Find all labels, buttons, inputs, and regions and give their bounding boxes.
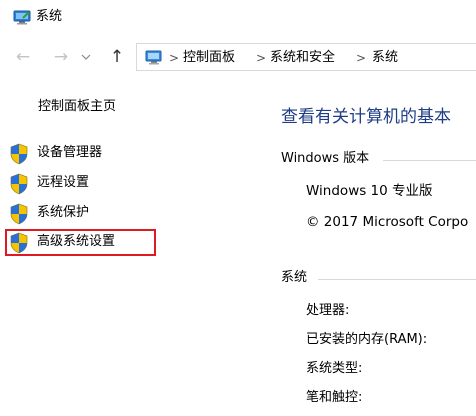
processor-label: 处理器: xyxy=(306,303,350,318)
window-title: 系统 xyxy=(36,9,63,24)
breadcrumb-separator: > xyxy=(356,51,367,65)
system-protection-link[interactable]: 系统保护 xyxy=(7,201,157,225)
breadcrumb-system[interactable]: 系统 xyxy=(372,49,398,67)
device-manager-link[interactable]: 设备管理器 xyxy=(7,141,157,165)
chevron-down-icon xyxy=(81,54,91,60)
arrow-right-icon: → xyxy=(53,47,69,67)
control-panel-icon xyxy=(145,50,162,65)
control-panel-home-link[interactable]: 控制面板主页 xyxy=(38,98,116,116)
breadcrumb-separator: > xyxy=(169,51,180,65)
windows-edition-value: Windows 10 专业版 xyxy=(306,183,433,199)
windows-edition-section-title: Windows 版本 xyxy=(281,151,370,166)
task-label: 设备管理器 xyxy=(37,145,103,160)
arrow-up-icon: ↑ xyxy=(109,47,125,67)
pen-touch-label: 笔和触控: xyxy=(306,390,363,405)
uac-shield-icon xyxy=(10,143,28,165)
uac-shield-icon xyxy=(10,173,28,195)
system-type-label: 系统类型: xyxy=(306,361,363,376)
forward-button[interactable]: → xyxy=(50,47,72,67)
system-section-title: 系统 xyxy=(281,270,308,285)
back-button[interactable]: ← xyxy=(12,47,34,67)
address-bar[interactable]: > 控制面板 > 系统和安全 > 系统 xyxy=(136,43,476,71)
breadcrumb-control-panel[interactable]: 控制面板 xyxy=(183,49,235,67)
uac-shield-icon xyxy=(10,203,28,225)
breadcrumb-system-and-security[interactable]: 系统和安全 xyxy=(270,49,335,67)
highlight-box xyxy=(5,229,156,256)
task-label: 系统保护 xyxy=(37,205,90,220)
breadcrumb-separator: > xyxy=(256,51,267,65)
task-label: 远程设置 xyxy=(37,175,90,190)
section-divider xyxy=(318,279,476,280)
installed-ram-label: 已安装的内存(RAM): xyxy=(306,332,428,347)
section-divider xyxy=(383,160,476,161)
page-heading: 查看有关计算机的基本 xyxy=(281,107,451,127)
recent-locations-button[interactable] xyxy=(78,49,94,65)
copyright-text: © 2017 Microsoft Corpo xyxy=(306,214,469,230)
up-button[interactable]: ↑ xyxy=(106,47,128,67)
system-computer-icon xyxy=(13,10,31,25)
remote-settings-link[interactable]: 远程设置 xyxy=(7,171,157,195)
arrow-left-icon: ← xyxy=(15,47,31,67)
